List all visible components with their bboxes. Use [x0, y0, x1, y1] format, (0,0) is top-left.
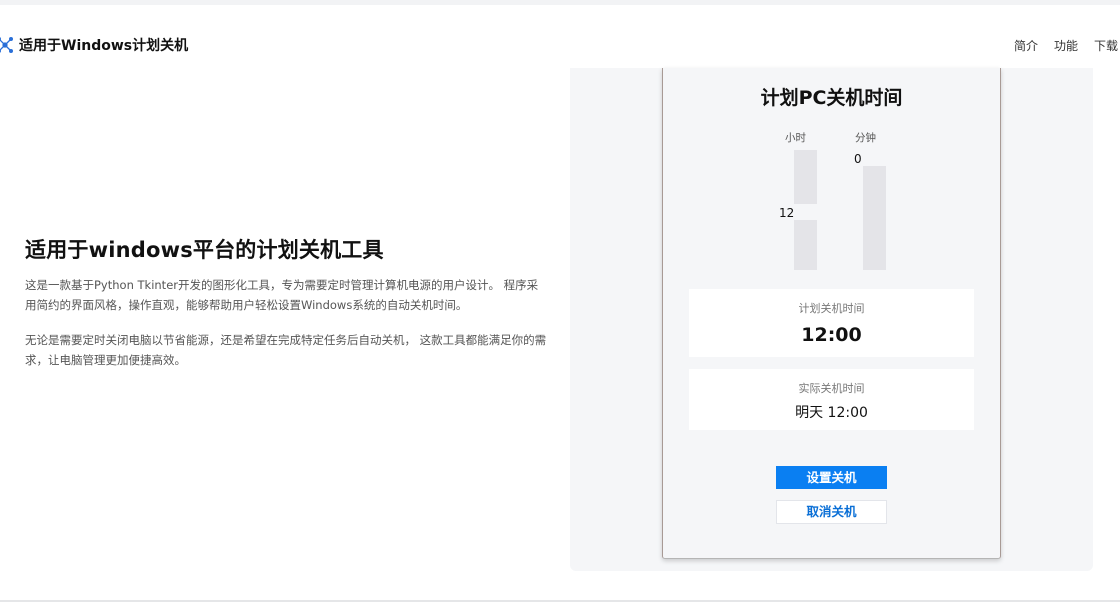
hour-value[interactable]: 12: [779, 206, 794, 220]
hour-scroll-track-upper[interactable]: [794, 150, 817, 204]
minute-label: 分钟: [855, 132, 876, 144]
hero-paragraph-1: 这是一款基于Python Tkinter开发的图形化工具，专为需要定时管理计算机…: [25, 278, 539, 312]
hero-paragraph-2: 无论是需要定时关闭电脑以节省能源，还是希望在完成特定任务后自动关机， 这款工具都…: [25, 333, 547, 367]
cancel-shutdown-button[interactable]: 取消关机: [776, 500, 887, 524]
actual-time-card: 实际关机时间 明天 12:00: [689, 369, 974, 430]
minute-value[interactable]: 0: [854, 152, 862, 166]
scheduled-time-label: 计划关机时间: [798, 302, 865, 315]
actual-time-value: 明天 12:00: [795, 405, 868, 421]
hour-label: 小时: [785, 132, 806, 144]
brand-title: 适用于Windows计划关机: [19, 38, 189, 54]
site-header: 适用于Windows计划关机 简介 功能 下载: [0, 5, 1120, 69]
hero-section: 适用于windows平台的计划关机工具 这是一款基于Python Tkinter…: [25, 234, 549, 370]
nav-item-features[interactable]: 功能: [1054, 37, 1078, 54]
app-title: 计划PC关机时间: [760, 87, 903, 109]
minute-scroll-track[interactable]: [863, 166, 886, 270]
hour-scroll-track-lower[interactable]: [794, 220, 817, 270]
nav-item-intro[interactable]: 简介: [1014, 37, 1038, 54]
network-nodes-icon: [0, 37, 13, 53]
nav-item-download[interactable]: 下载: [1094, 37, 1118, 54]
scheduled-time-value: 12:00: [801, 324, 862, 346]
hero-title: 适用于windows平台的计划关机工具: [25, 238, 384, 262]
app-preview-window: 计划PC关机时间 小时 分钟 12 0 计划关机时间 12:00 实际关机时间 …: [662, 68, 1001, 559]
set-shutdown-button[interactable]: 设置关机: [776, 466, 887, 489]
actual-time-label: 实际关机时间: [798, 382, 865, 395]
scheduled-time-card: 计划关机时间 12:00: [689, 289, 974, 357]
main-nav: 简介 功能 下载: [1014, 37, 1118, 54]
brand[interactable]: 适用于Windows计划关机: [0, 35, 188, 55]
